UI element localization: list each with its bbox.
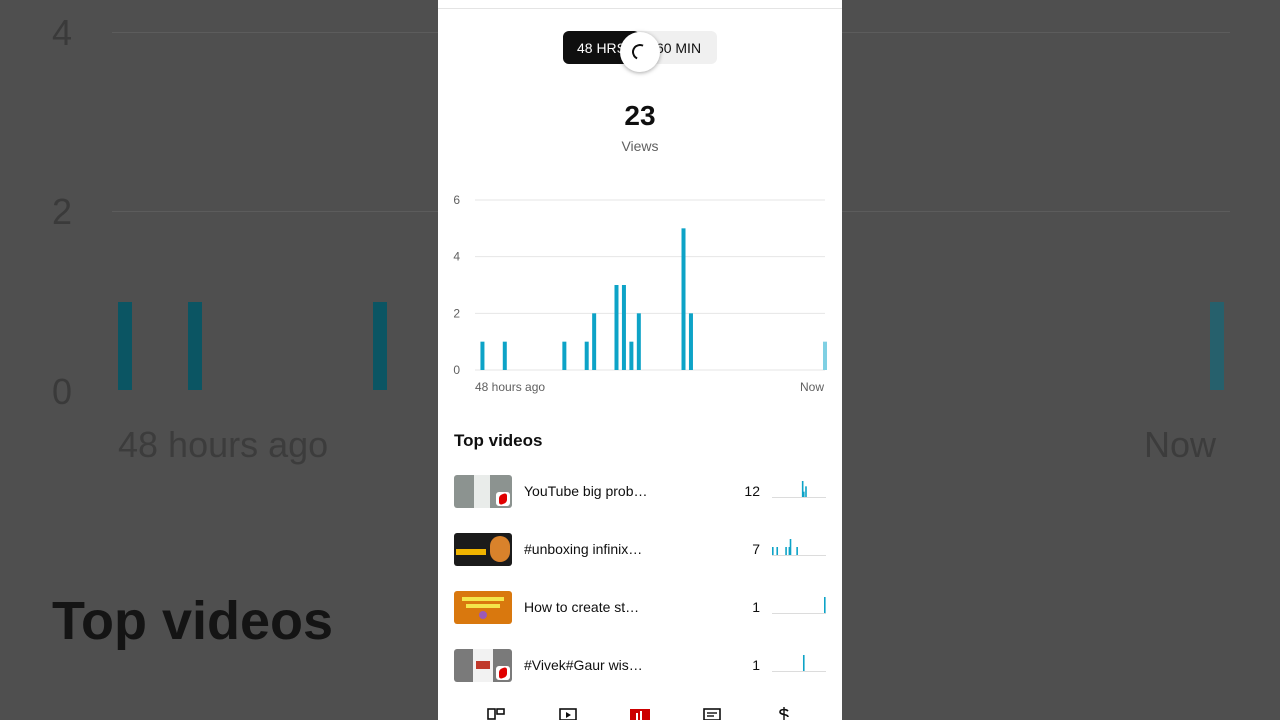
top-videos-title: Top videos [454, 431, 543, 450]
dashboard-icon [487, 708, 505, 720]
video-row[interactable]: #Vivek#Gaur wis… 1 [454, 647, 826, 683]
loading-spinner [620, 32, 660, 72]
views-label: Views [621, 138, 659, 154]
video-thumbnail [454, 648, 512, 682]
nav-dashboard[interactable] [476, 704, 516, 720]
nav-content[interactable] [548, 704, 588, 720]
sparkline-bar [805, 486, 807, 497]
bg-bar [373, 302, 387, 390]
chart-bar [584, 341, 589, 370]
bg-section-title: Top videos [52, 591, 334, 651]
chart-bar [629, 341, 634, 370]
chart-bar [636, 313, 641, 370]
video-views: 12 [744, 483, 760, 499]
analytics-panel: 48 HRS 60 MIN 23 Views 6420 48 hours ago… [438, 0, 842, 720]
thumbnail-art [462, 596, 504, 601]
x-axis-end-label: Now [799, 380, 824, 394]
video-title: YouTube big prob… [524, 483, 648, 499]
thumbnail-art [476, 660, 490, 669]
video-row[interactable]: YouTube big prob… 12 [454, 473, 826, 509]
video-views: 1 [752, 657, 760, 673]
bg-x-start-label: 48 hours ago [118, 424, 329, 465]
video-row[interactable]: How to create st… 1 [454, 589, 826, 625]
earn-icon [779, 707, 789, 720]
bottom-navigation [438, 704, 842, 720]
bg-x-end-label: Now [1144, 424, 1217, 465]
nav-analytics[interactable] [620, 704, 660, 720]
chart-bar [823, 341, 827, 370]
chart-bar [621, 285, 626, 370]
video-title: #Vivek#Gaur wis… [524, 657, 643, 673]
chart-bar [681, 228, 686, 370]
video-sparkline [772, 481, 826, 498]
thumbnail-art [474, 474, 490, 508]
chart-bar [502, 341, 507, 370]
bg-bar [1210, 302, 1224, 390]
video-sparkline [772, 655, 826, 672]
chart-bar [592, 313, 597, 370]
video-row[interactable]: #unboxing infinix… 7 [454, 531, 826, 567]
bg-tick-label: 0 [52, 371, 73, 412]
shorts-icon [496, 491, 510, 506]
y-tick-label: 2 [453, 306, 460, 320]
comments-icon [703, 708, 721, 720]
thumbnail-art [456, 548, 486, 555]
nav-comments[interactable] [692, 704, 732, 720]
sparkline-bar [776, 547, 779, 555]
sparkline-bar [802, 655, 805, 671]
views-chart-svg: 6 4 2 0 [453, 193, 827, 375]
sparkline-bar [772, 547, 774, 555]
video-thumbnail [454, 474, 512, 508]
spinner-icon [629, 41, 651, 63]
chart-bar [480, 341, 485, 370]
video-views: 1 [752, 599, 760, 615]
video-title: #unboxing infinix… [524, 541, 643, 557]
thumbnail-art [479, 610, 487, 619]
video-views: 7 [752, 541, 760, 557]
bg-tick-label: 4 [52, 12, 73, 53]
shorts-icon [496, 665, 510, 680]
sparkline-bar [796, 547, 798, 555]
video-thumbnail [454, 590, 512, 624]
video-thumbnail [454, 532, 512, 566]
thumbnail-art [490, 535, 510, 562]
y-tick-label: 0 [453, 363, 460, 375]
bg-bar [188, 302, 202, 390]
y-tick-label: 6 [453, 193, 460, 207]
video-title: How to create st… [524, 599, 640, 615]
bg-tick-label: 2 [52, 191, 73, 232]
content-icon [559, 708, 577, 720]
thumbnail-art [466, 603, 500, 608]
sparkline-bar [802, 491, 805, 497]
sparkline-bar [789, 539, 792, 555]
views-chart: 6 4 2 0 48 hours ago Now [438, 185, 842, 405]
video-sparkline [772, 597, 826, 614]
sparkline-bar [785, 547, 787, 555]
chart-bar [688, 313, 693, 370]
chart-bar [562, 341, 567, 370]
screen: 4 2 0 48 hours ago Now Top videos 48 HRS… [0, 0, 1280, 720]
video-sparkline [772, 539, 826, 556]
nav-earn[interactable] [764, 704, 804, 720]
views-count: 23 [624, 100, 656, 131]
y-tick-label: 4 [453, 250, 460, 264]
x-axis-start-label: 48 hours ago [475, 380, 546, 394]
analytics-icon [630, 709, 650, 720]
sparkline-bar [824, 597, 826, 613]
chart-bar [614, 285, 619, 370]
divider [438, 8, 842, 9]
bg-bar [118, 302, 132, 390]
